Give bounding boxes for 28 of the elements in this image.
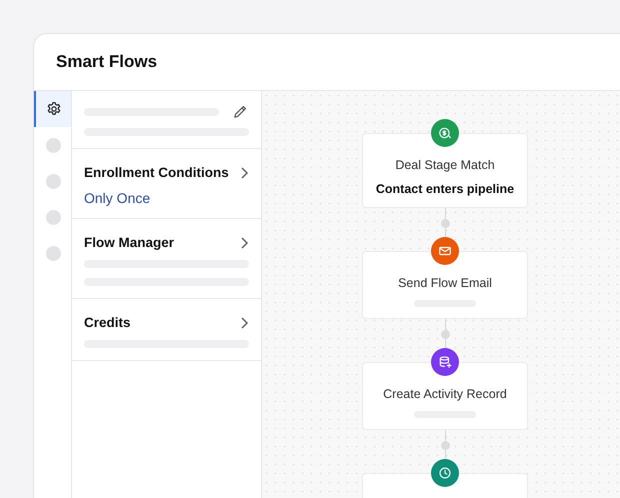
placeholder-dot: [46, 174, 61, 188]
rail-tab[interactable]: [34, 91, 71, 127]
add-step-icon[interactable]: [440, 219, 450, 228]
placeholder-dot: [46, 210, 61, 224]
placeholder-dot: [46, 246, 61, 260]
settings-section[interactable]: Credits: [72, 299, 261, 361]
step-card[interactable]: Send Flow Email: [362, 251, 528, 319]
step-title: Deal Stage Match: [395, 158, 495, 172]
settings-section[interactable]: Flow Manager: [72, 219, 261, 299]
section-title: Flow Manager: [84, 235, 174, 250]
step-title: Create Activity Record: [383, 387, 507, 401]
section-value: Only Once: [84, 190, 152, 206]
step-card[interactable]: Create Activity Record: [362, 362, 528, 430]
chevron-right-icon: [239, 166, 249, 180]
pencil-icon[interactable]: [232, 103, 249, 120]
settings-section[interactable]: Enrollment Conditions Only Once: [72, 149, 261, 219]
chevron-right-icon: [239, 236, 249, 250]
settings-icon: [46, 101, 62, 117]
step-title: Send Flow Email: [398, 276, 492, 290]
window-title: Smart Flows: [56, 52, 158, 72]
step-card[interactable]: Deal Stage Match Contact enters pipeline: [362, 133, 528, 208]
section-title: Credits: [84, 315, 131, 330]
add-step-icon[interactable]: [440, 330, 450, 339]
step-subtitle: Contact enters pipeline: [376, 182, 514, 196]
chevron-right-icon: [239, 316, 249, 330]
add-step-icon[interactable]: [440, 441, 450, 450]
placeholder-dot: [46, 138, 61, 152]
section-title: Enrollment Conditions: [84, 165, 229, 180]
